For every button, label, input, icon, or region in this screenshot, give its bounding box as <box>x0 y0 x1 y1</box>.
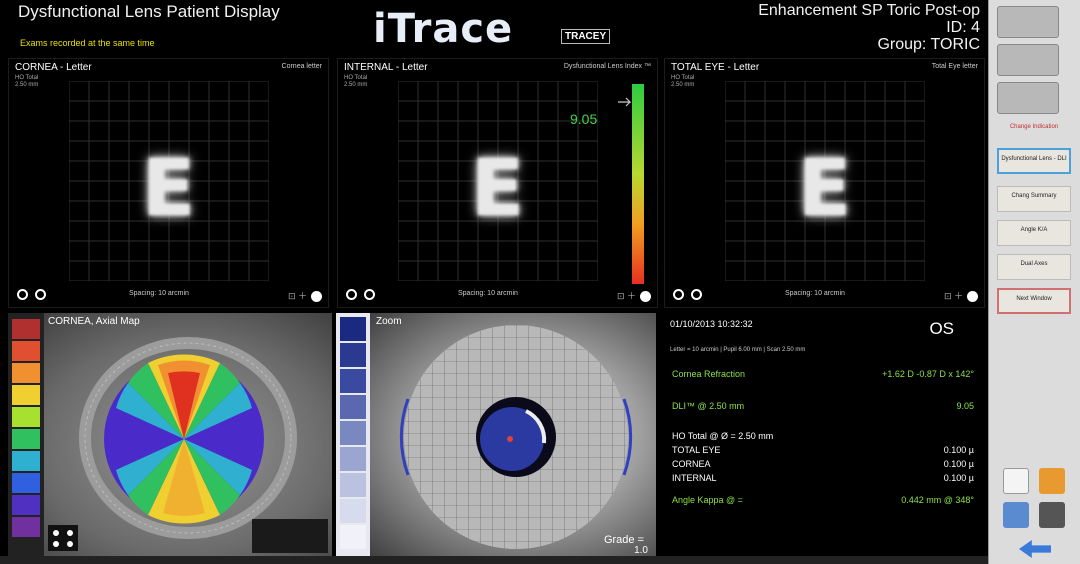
panel-meta: HO Total 2.50 mm <box>15 75 39 88</box>
next-window-button[interactable]: Next Window <box>997 288 1071 314</box>
spacing-label: Spacing: 10 arcmin <box>785 290 845 297</box>
topography-image <box>8 313 332 556</box>
result-value: 0.100 µ <box>943 445 974 455</box>
tracey-badge: TRACEY <box>561 29 611 44</box>
result-value: 0.442 mm @ 348° <box>901 495 974 505</box>
result-value: 9.05 <box>956 401 974 411</box>
internal-letter-panel[interactable]: INTERNAL - Letter Dysfunctional Lens Ind… <box>337 58 658 308</box>
panel-meta: HO Total 2.50 mm <box>671 75 695 88</box>
options-icon[interactable] <box>311 291 322 303</box>
angle-ka-button[interactable]: Angle K/A <box>997 220 1071 246</box>
right-sidebar: Change Indication Dysfunctional Lens - D… <box>988 0 1080 564</box>
patient-info: Enhancement SP Toric Post-op ID: 4 Group… <box>758 2 980 53</box>
pupil-image-panel[interactable]: Zoom Grade = 1.0 <box>336 313 656 556</box>
panel-right-label: Dysfunctional Lens Index ™ <box>563 63 651 70</box>
report-icon[interactable] <box>1003 468 1029 494</box>
zoom-out-icon[interactable] <box>673 289 684 300</box>
window-title: Dysfunctional Lens Patient Display <box>18 2 280 21</box>
result-label: CORNEA <box>672 459 711 469</box>
itrace-logo: iTrace <box>373 6 514 52</box>
exam-thumbnail-2[interactable] <box>997 44 1059 76</box>
spacing-label: Spacing: 10 arcmin <box>458 290 518 297</box>
zoom-in-icon[interactable] <box>35 289 46 300</box>
panel-right-label: Total Eye letter <box>931 63 978 70</box>
spacing-label: Spacing: 10 arcmin <box>129 290 189 297</box>
letter-e-image: E <box>470 144 525 234</box>
panel-footer: Spacing: 10 arcmin ⊡ ＋ <box>665 289 984 303</box>
panel-right-label: Cornea letter <box>281 63 322 70</box>
topography-title: CORNEA, Axial Map <box>48 316 140 327</box>
result-value: 0.100 µ <box>943 473 974 483</box>
zoom-out-icon[interactable] <box>17 289 28 300</box>
total-eye-letter-panel[interactable]: TOTAL EYE - Letter Total Eye letter HO T… <box>664 58 985 308</box>
zoom-out-icon[interactable] <box>346 289 357 300</box>
panel-controls[interactable]: ⊡ ＋ <box>944 289 978 303</box>
result-label: DLI™ @ 2.50 mm <box>672 401 745 411</box>
panel-title: CORNEA - Letter <box>15 62 92 73</box>
result-value: +1.62 D -0.87 D x 142° <box>882 369 974 379</box>
panel-controls[interactable]: ⊡ ＋ <box>617 289 651 303</box>
patient-group: Group: TORIC <box>877 36 980 53</box>
dli-color-scale <box>618 84 644 284</box>
patient-id: ID: 4 <box>946 19 980 36</box>
dli-value: 9.05 <box>570 111 598 127</box>
result-label: Cornea Refraction <box>672 369 746 379</box>
result-label: Angle Kappa @ = <box>672 495 743 505</box>
exam-date: 01/10/2013 10:32:32 <box>670 319 753 329</box>
pupil-image <box>336 313 656 556</box>
dli-button[interactable]: Dysfunctional Lens - DLI <box>997 148 1071 174</box>
panel-footer: Spacing: 10 arcmin ⊡ ＋ <box>9 289 328 303</box>
exam-thumbnail-1[interactable] <box>997 6 1059 38</box>
patient-name: Enhancement SP Toric Post-op <box>758 2 980 19</box>
scan-info: Letter = 10 arcmin | Pupil 6.00 mm | Sca… <box>670 347 806 353</box>
panel-meta: HO Total 2.50 mm <box>344 75 368 88</box>
back-arrow-icon[interactable] <box>1019 540 1051 558</box>
cornea-letter-panel[interactable]: CORNEA - Letter Cornea letter HO Total 2… <box>8 58 329 308</box>
change-indication-link[interactable]: Change Indication <box>997 124 1071 130</box>
pupil-title: Zoom <box>376 316 402 327</box>
bottom-scrollbar[interactable] <box>0 556 988 564</box>
export-icon[interactable] <box>1039 468 1065 494</box>
result-label: TOTAL EYE <box>672 445 721 455</box>
panel-title: TOTAL EYE - Letter <box>671 62 760 73</box>
options-icon[interactable] <box>967 291 978 303</box>
corneal-topography-panel[interactable]: CORNEA, Axial Map <box>8 313 332 556</box>
letter-e-image: E <box>797 144 852 234</box>
compare-icon[interactable] <box>1003 502 1029 528</box>
header-subtitle: Exams recorded at the same time <box>20 38 155 48</box>
dual-axes-button[interactable]: Dual Axes <box>997 254 1071 280</box>
options-icon[interactable] <box>640 291 651 303</box>
grade-value: 1.0 <box>634 545 648 556</box>
header: Dysfunctional Lens Patient Display Exams… <box>8 0 984 58</box>
chang-summary-button[interactable]: Chang Summary <box>997 186 1071 212</box>
result-value: 0.100 µ <box>943 459 974 469</box>
panel-controls[interactable]: ⊡ ＋ <box>288 289 322 303</box>
panel-footer: Spacing: 10 arcmin ⊡ ＋ <box>338 289 657 303</box>
panel-title: INTERNAL - Letter <box>344 62 428 73</box>
print-icon[interactable] <box>1039 502 1065 528</box>
exam-thumbnail-3[interactable] <box>997 82 1059 114</box>
results-panel: 01/10/2013 10:32:32 OS Letter = 10 arcmi… <box>660 313 984 556</box>
eye-label: OS <box>929 319 954 338</box>
zoom-in-icon[interactable] <box>364 289 375 300</box>
result-label: INTERNAL <box>672 473 717 483</box>
zoom-in-icon[interactable] <box>691 289 702 300</box>
letter-e-image: E <box>141 144 196 234</box>
result-label: HO Total @ Ø = 2.50 mm <box>672 431 774 441</box>
